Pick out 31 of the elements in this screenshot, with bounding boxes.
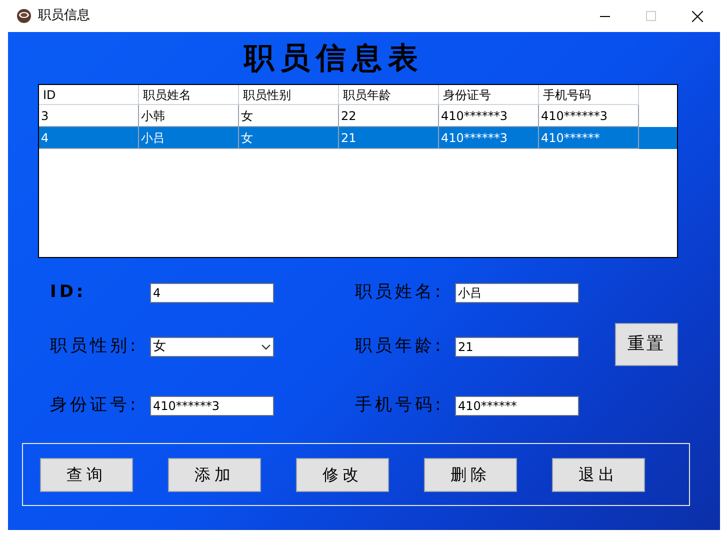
field-label: 手机号码: <box>355 394 445 418</box>
table-cell: 小吕 <box>139 127 239 149</box>
cup-icon <box>16 8 32 24</box>
action-button[interactable]: 退出 <box>552 458 645 492</box>
table-row[interactable]: 4 小吕 女 21 410******3 410****** <box>39 127 677 149</box>
field-label: 职员性别: <box>50 335 140 358</box>
table-cell: 女 <box>239 127 339 149</box>
table-cell: 4 <box>39 127 139 149</box>
field-label: ID: <box>50 281 88 304</box>
gender-dropdown[interactable]: 女 <box>150 337 274 357</box>
maximize-icon <box>646 11 656 21</box>
action-button[interactable]: 查询 <box>40 458 133 492</box>
window-title: 职员信息 <box>38 7 90 26</box>
action-button[interactable]: 添加 <box>168 458 261 492</box>
input-field[interactable]: 小吕 <box>455 283 579 303</box>
reset-button[interactable]: 重置 <box>615 323 678 366</box>
input-field[interactable]: 21 <box>455 337 579 357</box>
field-label: 身份证号: <box>50 394 140 418</box>
action-button[interactable]: 修改 <box>296 458 389 492</box>
input-field[interactable]: 410****** <box>455 396 579 416</box>
input-field[interactable]: 410******3 <box>150 396 274 416</box>
table-cell: 21 <box>339 127 439 149</box>
action-button[interactable]: 删除 <box>424 458 517 492</box>
table-cell: 410****** <box>539 127 639 149</box>
input-field[interactable]: 4 <box>150 283 274 303</box>
field-label: 职员姓名: <box>355 281 445 304</box>
close-icon <box>692 10 702 22</box>
chevron-down-icon <box>261 344 271 350</box>
page-heading: 职员信息表 <box>244 40 424 78</box>
table-cell: 410******3 <box>439 127 539 149</box>
field-label: 职员年龄: <box>355 335 445 358</box>
